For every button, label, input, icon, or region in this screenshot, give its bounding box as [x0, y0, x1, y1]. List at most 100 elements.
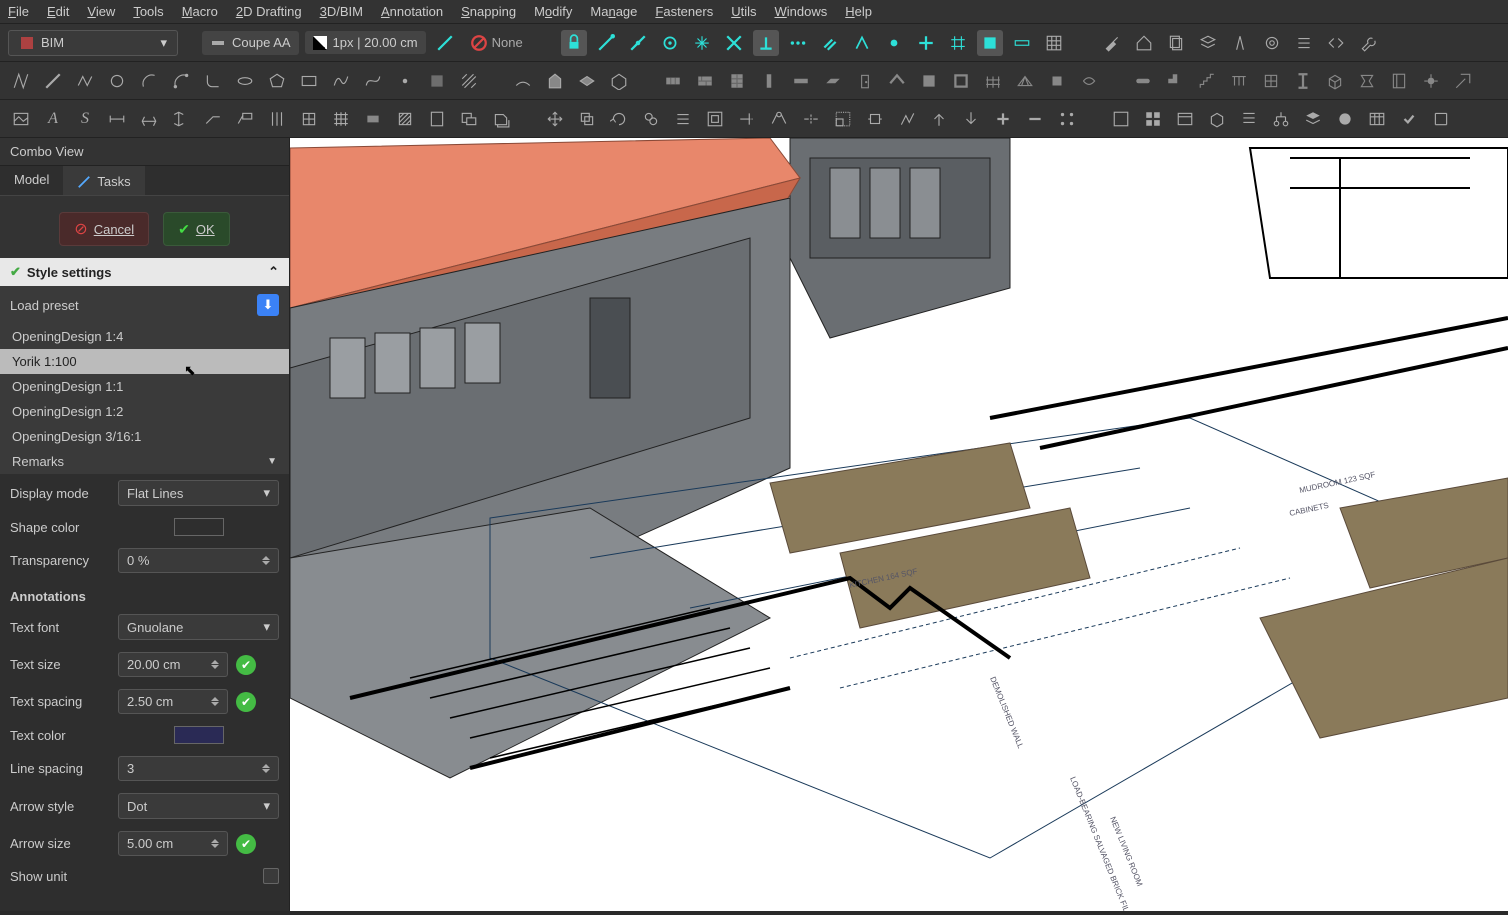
snap-lock-icon[interactable] [561, 30, 587, 56]
mod-join-icon[interactable] [766, 106, 792, 132]
ok-button[interactable]: OK [163, 212, 230, 246]
manage-layers-icon[interactable] [1300, 106, 1326, 132]
bim-equipment-icon[interactable] [1044, 68, 1070, 94]
snap-grid-icon[interactable] [945, 30, 971, 56]
preset-item[interactable]: OpeningDesign 1:4 [0, 324, 289, 349]
snap-endpoint-icon[interactable] [593, 30, 619, 56]
menu-manage[interactable]: Manage [590, 4, 637, 19]
menu-fasteners[interactable]: Fasteners [655, 4, 713, 19]
manage-ifc-icon[interactable] [1204, 106, 1230, 132]
menu-annotation[interactable]: Annotation [381, 4, 443, 19]
mod-addcomp-icon[interactable] [990, 106, 1016, 132]
menu-edit[interactable]: Edit [47, 4, 69, 19]
mod-offset2d-icon[interactable] [702, 106, 728, 132]
tool-sheets-icon[interactable] [1163, 30, 1189, 56]
text-spacing-input[interactable]: 2.50 cm [118, 689, 228, 714]
menu-view[interactable]: View [87, 4, 115, 19]
annot-page-icon[interactable] [424, 106, 450, 132]
tab-tasks[interactable]: Tasks [63, 166, 144, 195]
manage-quantities-icon[interactable] [1236, 106, 1262, 132]
snap-ortho-icon[interactable] [913, 30, 939, 56]
menu-tools[interactable]: Tools [133, 4, 163, 19]
menu-modify[interactable]: Modify [534, 4, 572, 19]
bim-beam-icon[interactable] [788, 68, 814, 94]
check-icon[interactable]: ✔ [236, 692, 256, 712]
style-settings-header[interactable]: Style settings ⌃ [0, 258, 289, 286]
mod-downgrade-icon[interactable] [958, 106, 984, 132]
annot-axis-system-icon[interactable] [296, 106, 322, 132]
draft-facebinder-icon[interactable] [424, 68, 450, 94]
preset-item[interactable]: OpeningDesign 3/16:1 [0, 424, 289, 449]
annot-shape2d-icon[interactable] [488, 106, 514, 132]
mod-offset-icon[interactable] [670, 106, 696, 132]
draft-sketch-icon[interactable] [8, 68, 34, 94]
bim-panel-icon[interactable] [916, 68, 942, 94]
bim-site-icon[interactable] [510, 68, 536, 94]
bim-profile-icon[interactable] [1290, 68, 1316, 94]
text-color-swatch[interactable] [174, 726, 224, 744]
snap-near-icon[interactable] [881, 30, 907, 56]
mod-scale-icon[interactable] [830, 106, 856, 132]
snap-workingplane-icon[interactable] [977, 30, 1003, 56]
snap-special-icon[interactable] [849, 30, 875, 56]
tool-gear-icon[interactable] [1259, 30, 1285, 56]
mod-copy-icon[interactable] [574, 106, 600, 132]
bim-roof-icon[interactable] [884, 68, 910, 94]
bim-frame-icon[interactable] [948, 68, 974, 94]
bim-truss-icon[interactable] [1012, 68, 1038, 94]
draft-bspline-icon[interactable] [328, 68, 354, 94]
mod-array-icon[interactable] [1054, 106, 1080, 132]
snap-midpoint-icon[interactable] [625, 30, 651, 56]
annot-image-icon[interactable] [8, 106, 34, 132]
tool-layers-icon[interactable] [1195, 30, 1221, 56]
display-mode-select[interactable]: Flat Lines ▾ [118, 480, 279, 506]
snap-dimensions-icon[interactable] [1009, 30, 1035, 56]
mod-removecomp-icon[interactable] [1022, 106, 1048, 132]
snap-intersection-icon[interactable] [721, 30, 747, 56]
draft-bezier-icon[interactable] [360, 68, 386, 94]
line-width-info[interactable]: 1px | 20.00 cm [305, 31, 426, 54]
draft-circle-icon[interactable] [104, 68, 130, 94]
annot-dim-aligned-icon[interactable] [104, 106, 130, 132]
bim-curtainwall-icon[interactable] [724, 68, 750, 94]
snap-center-icon[interactable] [657, 30, 683, 56]
menu-macro[interactable]: Macro [182, 4, 218, 19]
toggle-grid-icon[interactable] [1041, 30, 1067, 56]
line-spacing-input[interactable]: 3 [118, 756, 279, 781]
tool-home-icon[interactable] [1131, 30, 1157, 56]
annot-axis-icon[interactable] [264, 106, 290, 132]
bim-reference-icon[interactable] [1450, 68, 1476, 94]
mod-draft2sketch-icon[interactable] [894, 106, 920, 132]
bim-component-icon[interactable] [1418, 68, 1444, 94]
bim-window-icon[interactable] [1258, 68, 1284, 94]
manage-materials-icon[interactable] [1332, 106, 1358, 132]
bim-slab-icon[interactable] [820, 68, 846, 94]
draft-arc-icon[interactable] [136, 68, 162, 94]
menu-file[interactable]: File [8, 4, 29, 19]
menu-windows[interactable]: Windows [775, 4, 828, 19]
mod-stretch-icon[interactable] [862, 106, 888, 132]
draft-rectangle-icon[interactable] [296, 68, 322, 94]
bim-rebar-icon[interactable] [1076, 68, 1102, 94]
draft-wire-icon[interactable] [72, 68, 98, 94]
manage-preflight-icon[interactable] [1396, 106, 1422, 132]
mod-clone-icon[interactable] [638, 106, 664, 132]
show-unit-checkbox[interactable] [263, 868, 279, 884]
cancel-button[interactable]: Cancel [59, 212, 149, 246]
draft-point-icon[interactable] [392, 68, 418, 94]
bim-space-icon[interactable] [606, 68, 632, 94]
annot-text-icon[interactable]: A [40, 106, 66, 132]
manage-views-icon[interactable] [1140, 106, 1166, 132]
manage-setup-icon[interactable] [1108, 106, 1134, 132]
preset-item-selected[interactable]: Yorik 1:100 [0, 349, 289, 374]
menu-help[interactable]: Help [845, 4, 872, 19]
mod-upgrade-icon[interactable] [926, 106, 952, 132]
annot-shapestring-icon[interactable]: S [72, 106, 98, 132]
tool-code-icon[interactable] [1323, 30, 1349, 56]
preset-item[interactable]: Remarks ▼ [0, 449, 289, 474]
transparency-input[interactable]: 0 % [118, 548, 279, 573]
preset-item[interactable]: OpeningDesign 1:1 [0, 374, 289, 399]
bim-column-icon[interactable] [756, 68, 782, 94]
mod-rotate-icon[interactable] [606, 106, 632, 132]
draft-polygon-icon[interactable] [264, 68, 290, 94]
